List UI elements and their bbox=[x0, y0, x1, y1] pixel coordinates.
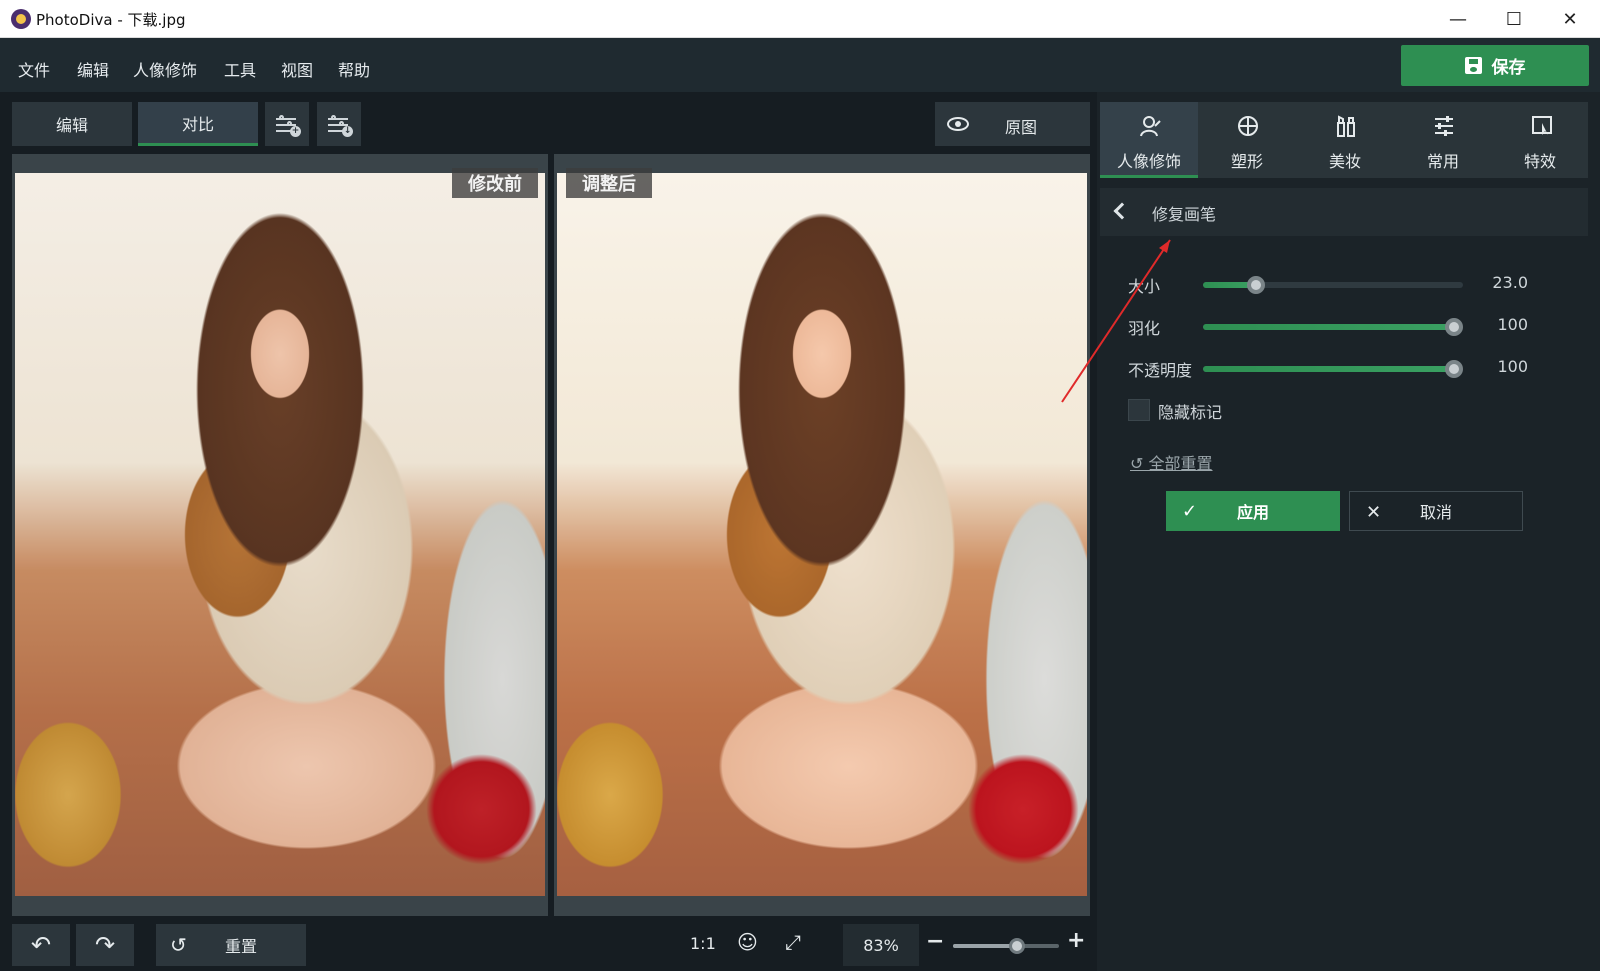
feather-label: 羽化 bbox=[1128, 319, 1161, 338]
reset-label: 重置 bbox=[224, 937, 257, 956]
zoom-out-icon[interactable]: − bbox=[926, 929, 944, 954]
section-title: 修复画笔 bbox=[1152, 205, 1217, 224]
menu-file[interactable]: 文件 bbox=[18, 57, 50, 81]
eye-icon bbox=[947, 117, 969, 131]
apply-label: 应用 bbox=[1236, 503, 1269, 522]
opacity-value[interactable]: 100 bbox=[1478, 357, 1528, 376]
save-button[interactable]: 保存 bbox=[1401, 45, 1589, 86]
save-label: 保存 bbox=[1491, 58, 1526, 78]
reset-all-label: 全部重置 bbox=[1148, 454, 1213, 473]
close-button[interactable]: ✕ bbox=[1542, 0, 1598, 38]
zoom-level[interactable]: 83% bbox=[843, 924, 919, 966]
feather-value[interactable]: 100 bbox=[1478, 315, 1528, 334]
reset-button[interactable]: ↺ 重置 bbox=[156, 924, 306, 966]
tab-reshape-label: 塑形 bbox=[1230, 152, 1263, 171]
zoom-slider-thumb[interactable] bbox=[1008, 938, 1025, 954]
original-toggle-button[interactable]: 原图 bbox=[935, 102, 1090, 146]
reset-icon: ↺ bbox=[170, 933, 187, 957]
tab-portrait-label: 人像修饰 bbox=[1116, 152, 1181, 171]
portrait-icon bbox=[1140, 116, 1161, 137]
back-chevron-icon[interactable] bbox=[1113, 202, 1131, 220]
minimize-button[interactable]: — bbox=[1430, 0, 1486, 38]
menu-edit[interactable]: 编辑 bbox=[77, 57, 109, 81]
tab-makeup-label: 美妆 bbox=[1328, 152, 1361, 171]
actual-size-button[interactable]: 1:1 bbox=[690, 934, 716, 953]
hide-marks-checkbox[interactable] bbox=[1128, 399, 1150, 421]
title-bar: PhotoDiva - 下载.jpg — ☐ ✕ bbox=[0, 0, 1600, 38]
tab-effects[interactable]: 特效 bbox=[1492, 102, 1588, 178]
compare-mode-button[interactable]: 对比 bbox=[138, 102, 258, 146]
opacity-slider-thumb[interactable] bbox=[1445, 360, 1463, 378]
reset-all-link[interactable]: ↺ 全部重置 bbox=[1130, 450, 1213, 474]
cancel-button[interactable]: ✕ 取消 bbox=[1349, 491, 1523, 531]
cancel-label: 取消 bbox=[1419, 503, 1452, 522]
feather-slider-thumb[interactable] bbox=[1445, 318, 1463, 336]
zoom-slider[interactable] bbox=[953, 938, 1059, 954]
app-logo-icon bbox=[11, 9, 31, 29]
redo-button[interactable]: ↷ bbox=[76, 924, 134, 966]
menu-view[interactable]: 视图 bbox=[281, 57, 313, 81]
undo-button[interactable]: ↶ bbox=[12, 924, 70, 966]
after-photo[interactable] bbox=[557, 173, 1087, 896]
fit-screen-icon[interactable]: ⤢ bbox=[785, 930, 801, 954]
menu-tools[interactable]: 工具 bbox=[224, 57, 256, 81]
tab-reshape[interactable]: 塑形 bbox=[1198, 102, 1296, 178]
menu-help[interactable]: 帮助 bbox=[338, 57, 370, 81]
download-preset-button[interactable]: ↓ bbox=[317, 102, 361, 146]
apply-button[interactable]: ✓ 应用 bbox=[1166, 491, 1340, 531]
menu-bar: 文件 编辑 人像修饰 工具 视图 帮助 bbox=[0, 38, 1600, 92]
size-slider[interactable] bbox=[1203, 276, 1463, 294]
save-icon bbox=[1464, 57, 1482, 74]
face-detect-icon[interactable]: ☺ bbox=[737, 930, 758, 954]
size-value[interactable]: 23.0 bbox=[1478, 273, 1528, 292]
original-label: 原图 bbox=[1005, 118, 1038, 137]
size-label: 大小 bbox=[1128, 277, 1161, 296]
maximize-button[interactable]: ☐ bbox=[1486, 0, 1542, 38]
section-header: 修复画笔 bbox=[1100, 188, 1588, 236]
after-pane: 调整后 bbox=[554, 154, 1090, 916]
tab-makeup[interactable]: 美妆 bbox=[1296, 102, 1394, 178]
sliders-icon bbox=[1435, 116, 1453, 136]
window-title: PhotoDiva - 下载.jpg bbox=[36, 11, 186, 29]
size-slider-thumb[interactable] bbox=[1246, 276, 1265, 294]
after-label: 调整后 bbox=[566, 168, 652, 198]
preset-add-icon: + bbox=[276, 115, 301, 137]
makeup-icon bbox=[1337, 115, 1355, 137]
zoom-in-icon[interactable]: + bbox=[1067, 928, 1085, 953]
reset-all-icon: ↺ bbox=[1130, 454, 1149, 473]
x-icon: ✕ bbox=[1366, 502, 1382, 523]
redo-icon: ↷ bbox=[94, 931, 116, 959]
before-pane: 修改前 bbox=[12, 154, 548, 916]
reshape-icon bbox=[1238, 116, 1258, 136]
tab-effects-label: 特效 bbox=[1523, 152, 1556, 171]
tab-common-label: 常用 bbox=[1426, 152, 1459, 171]
tool-tabs: 人像修饰 塑形 美妆 常用 特效 bbox=[1100, 102, 1588, 178]
effects-icon bbox=[1532, 116, 1552, 135]
preset-download-icon: ↓ bbox=[328, 115, 353, 137]
before-label: 修改前 bbox=[452, 168, 538, 198]
menu-portrait[interactable]: 人像修饰 bbox=[133, 57, 197, 81]
opacity-label: 不透明度 bbox=[1128, 361, 1193, 380]
hide-marks-label: 隐藏标记 bbox=[1158, 403, 1223, 422]
add-preset-button[interactable]: + bbox=[265, 102, 309, 146]
feather-slider[interactable] bbox=[1203, 318, 1463, 336]
edit-mode-button[interactable]: 编辑 bbox=[12, 102, 132, 146]
tab-portrait[interactable]: 人像修饰 bbox=[1100, 102, 1198, 178]
opacity-slider[interactable] bbox=[1203, 360, 1463, 378]
check-icon: ✓ bbox=[1182, 501, 1198, 522]
undo-icon: ↶ bbox=[30, 931, 52, 959]
before-photo[interactable] bbox=[15, 173, 545, 896]
tab-common[interactable]: 常用 bbox=[1394, 102, 1492, 178]
